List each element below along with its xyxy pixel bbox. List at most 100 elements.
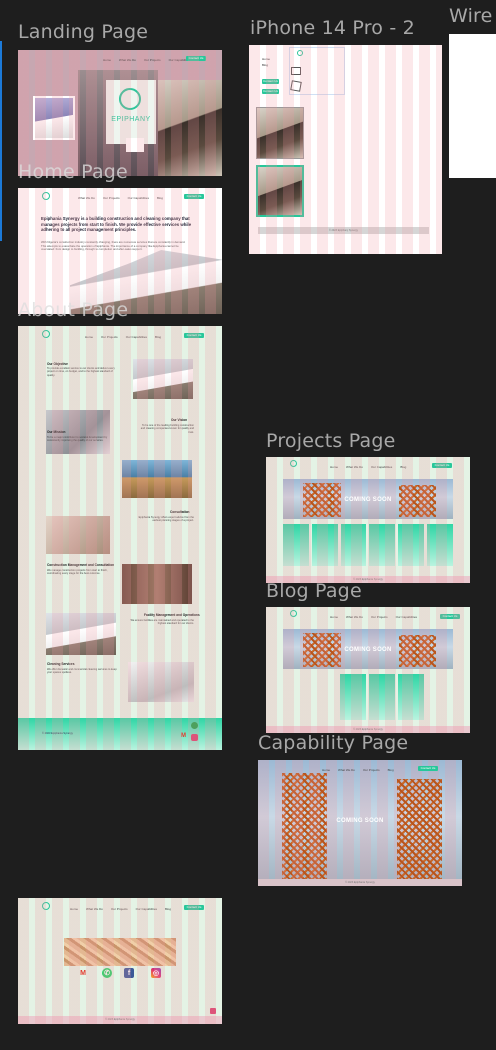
project-card[interactable] (311, 524, 338, 566)
home-body: With Nigeria's construction industry con… (41, 240, 186, 252)
project-card[interactable] (340, 524, 367, 566)
blog-card[interactable] (340, 674, 366, 720)
section-title: Our Mission (47, 430, 66, 434)
project-card[interactable] (369, 524, 396, 566)
menu-item-blog[interactable]: Blog (262, 63, 268, 67)
iphone-footer: © 2023 Epiphany Synergy (258, 227, 429, 234)
phone-icon[interactable] (290, 80, 302, 92)
nav-projects[interactable]: Our Projects (111, 907, 128, 911)
selection-indicator (0, 41, 2, 241)
frame-label-landing[interactable]: Landing Page (18, 21, 148, 43)
nav-what-we-do[interactable]: What We Do (119, 58, 136, 62)
about-photo-house (133, 359, 193, 399)
frame-about-page[interactable]: Home Our Projects Our Capabilities Blog … (18, 326, 222, 750)
contact-button-1[interactable]: Contact Us (262, 79, 279, 84)
contact-button[interactable]: Contact Us (184, 905, 204, 910)
instagram-small-icon[interactable] (210, 1008, 216, 1014)
contact-button[interactable]: Contact Us (184, 194, 204, 199)
logo-icon (42, 902, 50, 910)
nav-capabilities[interactable]: Our Capabilities (128, 196, 149, 200)
frame-wire[interactable] (449, 34, 496, 178)
blog-cards (340, 674, 424, 720)
nav-capabilities[interactable]: Our Capabilities (371, 465, 392, 469)
nav-what-we-do[interactable]: What We Do (338, 768, 355, 772)
frame-label-capability[interactable]: Capability Page (258, 732, 408, 754)
nav-what-we-do[interactable]: What We Do (346, 465, 363, 469)
nav-home[interactable]: Home (330, 465, 338, 469)
contact-footer: © 2023 Epiphania Synergy (18, 1016, 222, 1024)
nav-capabilities[interactable]: Our Capabilities (396, 615, 417, 619)
house-thumbnail (33, 96, 75, 140)
contact-button[interactable]: Contact Us (440, 614, 460, 619)
frame-home-page[interactable]: What We Do Our Projects Our Capabilities… (18, 188, 222, 314)
logo-icon (290, 460, 297, 467)
contact-nav: Home What We Do Our Projects Our Capabil… (70, 907, 171, 911)
contact-button[interactable]: Contact Us (184, 333, 204, 338)
gmail-icon[interactable]: M (181, 733, 186, 739)
section-text: To be a major contributor to societal de… (47, 436, 108, 443)
frame-capability-page[interactable]: Home What We Do Our Projects Blog Contac… (258, 760, 462, 886)
project-card[interactable] (283, 524, 309, 566)
frame-contact-page[interactable]: Home What We Do Our Projects Our Capabil… (18, 898, 222, 1024)
about-footer: © 2023 Epiphania Synergy M (18, 718, 222, 750)
nav-projects[interactable]: Our Projects (371, 615, 388, 619)
menu-item-home[interactable]: Home (262, 57, 270, 61)
project-card[interactable] (398, 524, 425, 566)
section-title: Construction Management and Consultation (47, 563, 115, 567)
frame-landing-page[interactable]: EPIPHANY Home What We Do Our Projects Ou… (18, 50, 222, 176)
contact-hero-image (64, 938, 176, 966)
whatsapp-icon[interactable]: ✆ (102, 968, 112, 978)
instagram-icon[interactable] (191, 734, 198, 741)
frame-label-iphone[interactable]: iPhone 14 Pro - 2 (250, 17, 415, 39)
frame-label-projects[interactable]: Projects Page (266, 430, 396, 452)
nav-what-we-do[interactable]: What We Do (346, 615, 363, 619)
logo-icon (42, 192, 50, 200)
gmail-icon[interactable]: M (78, 968, 88, 978)
nav-projects[interactable]: Our Projects (103, 196, 120, 200)
frame-label-about[interactable]: About Page (18, 299, 128, 321)
nav-blog[interactable]: Blog (165, 907, 171, 911)
nav-blog[interactable]: Blog (388, 768, 394, 772)
nav-capabilities[interactable]: Our Capabilities (136, 907, 157, 911)
project-cards (283, 524, 453, 566)
about-photo-building (46, 613, 116, 655)
frame-label-wire[interactable]: Wire (449, 5, 493, 27)
blog-card[interactable] (369, 674, 395, 720)
nav-projects[interactable]: Our Projects (144, 58, 161, 62)
nav-home[interactable]: Home (85, 335, 93, 339)
projects-hero: COMING SOON (283, 479, 453, 519)
facebook-icon[interactable]: f (124, 968, 134, 978)
small-photo (126, 138, 144, 152)
whatsapp-icon[interactable] (191, 722, 198, 729)
contact-button[interactable]: Contact Us (432, 463, 452, 468)
nav-what-we-do[interactable]: What We Do (78, 196, 95, 200)
coming-soon-banner: COMING SOON (344, 647, 392, 653)
nav-blog[interactable]: Blog (155, 335, 161, 339)
nav-home[interactable]: Home (330, 615, 338, 619)
frame-projects-page[interactable]: Home What We Do Our Capabilities Blog Co… (266, 457, 470, 583)
nav-home[interactable]: Home (70, 907, 78, 911)
nav-what-we-do[interactable]: What We Do (86, 907, 103, 911)
contact-button-2[interactable]: Contact Us (262, 89, 279, 94)
frame-blog-page[interactable]: Home What We Do Our Projects Our Capabil… (266, 607, 470, 733)
frame-label-blog[interactable]: Blog Page (266, 580, 362, 602)
blog-card[interactable] (398, 674, 424, 720)
nav-blog[interactable]: Blog (157, 196, 163, 200)
project-card[interactable] (427, 524, 453, 566)
about-photo-dining (122, 460, 192, 498)
contact-button[interactable]: Contact Us (418, 766, 438, 771)
mail-icon[interactable] (291, 67, 301, 75)
frame-iphone[interactable]: Home Blog Contact Us Contact Us © 2023 E… (249, 45, 442, 254)
instagram-icon[interactable]: ◎ (151, 968, 161, 978)
contact-button[interactable]: Contact Us (186, 56, 206, 61)
nav-capabilities[interactable]: Our Capabilities (126, 335, 147, 339)
section-title: Cleaning Services (47, 662, 75, 666)
blog-nav: Home What We Do Our Projects Our Capabil… (330, 615, 417, 619)
nav-projects[interactable]: Our Projects (363, 768, 380, 772)
nav-blog[interactable]: Blog (400, 465, 406, 469)
nav-home[interactable]: Home (103, 58, 111, 62)
nav-projects[interactable]: Our Projects (101, 335, 118, 339)
frame-label-home[interactable]: Home Page (18, 161, 128, 183)
nav-home[interactable]: Home (322, 768, 330, 772)
section-text: To provide excellent service to our clie… (47, 367, 115, 377)
